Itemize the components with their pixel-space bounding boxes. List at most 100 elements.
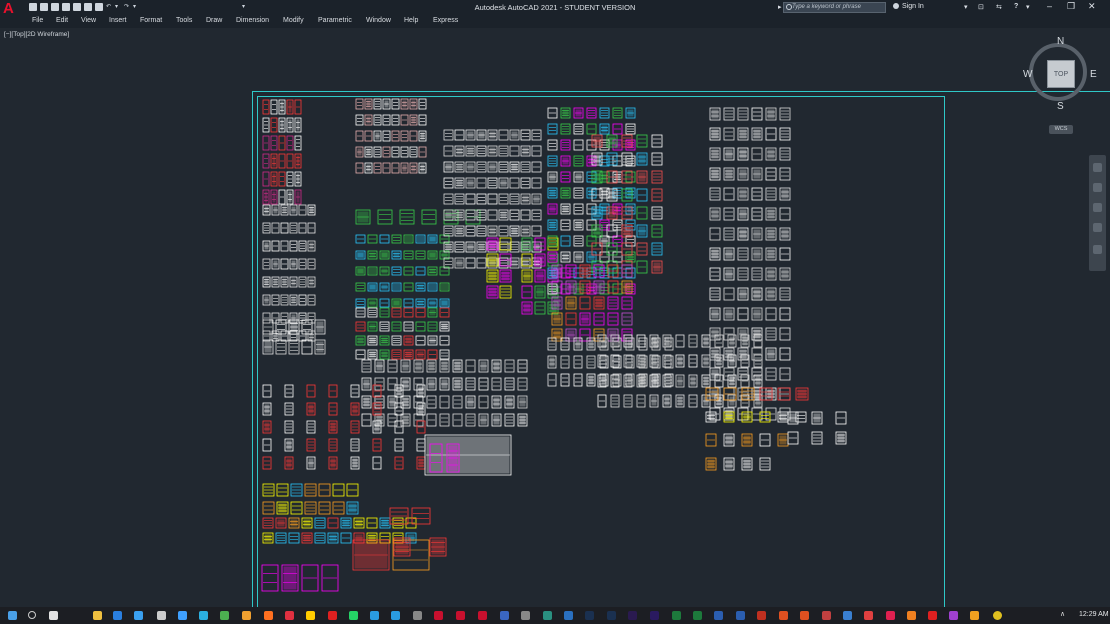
whatsapp-icon[interactable] xyxy=(349,611,358,620)
cad-block[interactable] xyxy=(367,349,378,360)
cad-block[interactable] xyxy=(560,235,571,247)
cad-block[interactable] xyxy=(509,193,520,205)
cad-block[interactable] xyxy=(621,260,633,274)
cad-block[interactable] xyxy=(551,264,563,278)
cad-block[interactable] xyxy=(765,147,777,161)
cad-block[interactable] xyxy=(486,237,499,251)
cad-block[interactable] xyxy=(779,107,791,121)
photoshop-icon[interactable] xyxy=(585,611,594,620)
cad-block[interactable] xyxy=(521,301,533,315)
cad-block[interactable] xyxy=(499,269,512,283)
app-icon-13[interactable] xyxy=(822,611,831,620)
cad-block[interactable] xyxy=(560,155,571,167)
cad-block[interactable] xyxy=(779,327,791,341)
cad-block[interactable] xyxy=(454,145,465,157)
cad-block[interactable] xyxy=(499,253,512,267)
cad-block[interactable] xyxy=(379,307,390,318)
cad-block[interactable] xyxy=(636,134,648,148)
cad-block[interactable] xyxy=(439,321,450,332)
cad-block[interactable] xyxy=(372,438,382,452)
cad-block[interactable] xyxy=(599,235,610,247)
app-icon-9[interactable] xyxy=(521,611,530,620)
cad-block[interactable] xyxy=(551,312,563,326)
cad-block[interactable] xyxy=(487,225,498,237)
cad-block[interactable] xyxy=(400,98,409,110)
cad-block[interactable] xyxy=(262,240,271,252)
cad-block[interactable] xyxy=(262,483,275,497)
cad-block[interactable] xyxy=(560,203,571,215)
cad-block[interactable] xyxy=(276,483,289,497)
cad-block[interactable] xyxy=(306,402,316,416)
cad-block[interactable] xyxy=(307,258,316,270)
cad-block[interactable] xyxy=(314,517,326,529)
cad-block[interactable] xyxy=(427,349,438,360)
app-icon-7[interactable] xyxy=(391,611,400,620)
cad-block[interactable] xyxy=(579,296,591,310)
word-icon-2[interactable] xyxy=(736,611,745,620)
cad-block[interactable] xyxy=(403,282,414,292)
cad-block[interactable] xyxy=(403,298,414,308)
cad-block[interactable] xyxy=(288,517,300,529)
cad-block[interactable] xyxy=(737,267,749,281)
cad-block[interactable] xyxy=(340,532,352,544)
cad-block[interactable] xyxy=(262,204,271,216)
cad-block[interactable] xyxy=(723,307,735,321)
cad-block[interactable] xyxy=(367,250,378,260)
cad-block[interactable] xyxy=(321,564,339,592)
cad-block[interactable] xyxy=(476,257,487,269)
telegram-icon[interactable] xyxy=(370,611,379,620)
cad-block[interactable] xyxy=(751,267,763,281)
cad-block[interactable] xyxy=(779,207,791,221)
cad-block[interactable] xyxy=(625,203,636,215)
cad-block[interactable] xyxy=(391,349,402,360)
cad-block[interactable] xyxy=(280,222,289,234)
cad-block[interactable] xyxy=(625,251,636,263)
cad-block[interactable] xyxy=(737,307,749,321)
cad-block[interactable] xyxy=(405,517,417,529)
cad-block[interactable] xyxy=(723,167,735,181)
cad-block[interactable] xyxy=(374,359,385,373)
cad-block[interactable] xyxy=(573,219,584,231)
cad-block[interactable] xyxy=(427,298,438,308)
cad-block[interactable] xyxy=(547,219,558,231)
cad-block[interactable] xyxy=(777,411,789,423)
cad-block[interactable] xyxy=(452,377,463,391)
cad-block[interactable] xyxy=(586,283,597,295)
cad-block[interactable] xyxy=(364,162,373,174)
cad-block[interactable] xyxy=(426,359,437,373)
cad-block[interactable] xyxy=(278,171,286,187)
cad-block[interactable] xyxy=(520,193,531,205)
premiere-icon[interactable] xyxy=(628,611,637,620)
cad-block[interactable] xyxy=(779,307,791,321)
cad-block[interactable] xyxy=(439,377,450,391)
cad-block[interactable] xyxy=(278,135,286,151)
cad-block[interactable] xyxy=(415,307,426,318)
app-icon-21[interactable] xyxy=(993,611,1002,620)
cad-block[interactable] xyxy=(547,107,558,119)
cad-block[interactable] xyxy=(443,145,454,157)
cad-block[interactable] xyxy=(374,377,385,391)
cad-block[interactable] xyxy=(811,411,823,425)
cad-block[interactable] xyxy=(593,296,605,310)
cad-block[interactable] xyxy=(486,285,499,299)
cad-block[interactable] xyxy=(509,225,520,237)
cad-block[interactable] xyxy=(651,260,663,274)
cad-block[interactable] xyxy=(278,189,286,205)
cad-block[interactable] xyxy=(278,99,286,115)
cad-block[interactable] xyxy=(415,234,426,244)
cad-block[interactable] xyxy=(573,139,584,151)
cad-block[interactable] xyxy=(491,413,502,427)
cad-block[interactable] xyxy=(306,438,316,452)
cad-block[interactable] xyxy=(499,237,512,251)
cad-block[interactable] xyxy=(261,564,279,592)
cad-block[interactable] xyxy=(599,203,610,215)
app-icon-16[interactable] xyxy=(886,611,895,620)
cad-block[interactable] xyxy=(355,321,366,332)
cad-block[interactable] xyxy=(286,99,294,115)
autocad-taskbar-icon-2[interactable] xyxy=(456,611,465,620)
cad-block[interactable] xyxy=(509,145,520,157)
cad-block[interactable] xyxy=(606,206,618,220)
cad-block[interactable] xyxy=(765,207,777,221)
cad-block[interactable] xyxy=(409,146,418,158)
cad-block[interactable] xyxy=(427,234,438,244)
